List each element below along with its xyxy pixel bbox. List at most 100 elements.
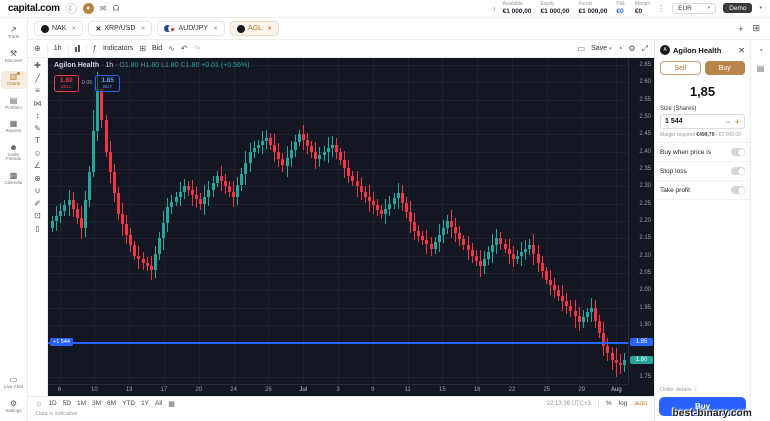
layout-grid-icon[interactable]: ⊞ <box>752 23 760 34</box>
add-tab-button[interactable]: + <box>738 24 743 34</box>
sidebar-item-calendar[interactable]: ▩ Calendar <box>1 170 27 188</box>
chart-style-icon[interactable] <box>74 45 80 52</box>
brush-icon[interactable]: ✎ <box>34 124 41 133</box>
xabcd-pattern-icon[interactable]: ⋈ <box>34 99 42 108</box>
close-icon[interactable]: ✕ <box>140 25 145 32</box>
sidebar-item-charts[interactable]: ▥ Charts <box>0 71 27 89</box>
trend-line-icon[interactable]: ╱ <box>35 74 40 83</box>
collapse-metrics-icon[interactable]: › <box>493 4 496 13</box>
candle-body <box>190 190 194 195</box>
symbol-add-icon[interactable]: ⊕ <box>34 44 41 53</box>
lock-all-icon[interactable]: ⊡ <box>34 212 41 220</box>
rewards-icon[interactable]: ● <box>82 3 94 14</box>
sidebar-item-live-chat[interactable]: ▭ Live Chat <box>1 374 27 392</box>
bulb-icon[interactable]: ☼ <box>35 399 42 408</box>
fullscreen-icon[interactable]: ⤢ <box>642 44 648 53</box>
sell-tab-button[interactable]: Sell <box>660 61 701 75</box>
long-short-position-icon[interactable]: ↕ <box>36 112 40 120</box>
indicators-button[interactable]: Indicators <box>103 45 133 52</box>
line-style-icon[interactable]: ∿ <box>168 44 175 53</box>
tab-xrpusd[interactable]: ✕ XRP/USD ✕ <box>88 21 153 36</box>
sidebar-item-trade[interactable]: ↗ Trade <box>1 24 27 42</box>
gear-icon[interactable]: ⚙ <box>628 44 635 53</box>
decrease-size-button[interactable]: − <box>725 117 730 127</box>
measure-icon[interactable]: ∠ <box>34 162 41 170</box>
theme-moon-icon[interactable]: ☾ <box>65 3 77 14</box>
history-icon[interactable]: ◔ <box>758 46 763 55</box>
order-line[interactable] <box>48 342 628 344</box>
zoom-in-icon[interactable]: ⊕ <box>34 174 41 183</box>
save-layout-button[interactable]: Save ▾ <box>591 45 611 52</box>
auto-scale-button[interactable]: auto <box>634 400 647 407</box>
sidebar-item-discover[interactable]: ⚒ Discover <box>1 48 27 66</box>
order-size-badge[interactable]: +1 544 <box>50 338 73 347</box>
percent-scale-button[interactable]: % <box>606 400 612 407</box>
candle-body <box>585 312 589 318</box>
range-button-6m[interactable]: 6M <box>107 400 116 407</box>
price-axis[interactable]: 2.65 2.60 2.55 2.50 2.45 2.40 2.35 2.30 2.25 2.20… <box>628 58 654 384</box>
tab-agl[interactable]: AGL ✕ <box>230 21 280 36</box>
notes-icon[interactable]: ▤ <box>757 64 765 73</box>
candlestick-plot[interactable]: +1 544 <box>48 58 628 384</box>
crosshair-icon[interactable]: ✚ <box>34 62 41 70</box>
range-button-5d[interactable]: 5D <box>63 400 71 407</box>
buy-tab-button[interactable]: Buy <box>704 61 745 75</box>
gridline <box>372 58 374 384</box>
toggle-switch[interactable] <box>731 148 745 156</box>
candle-body <box>273 144 277 152</box>
range-button-ytd[interactable]: YTD <box>122 400 135 407</box>
sidebar-item-settings[interactable]: ⚙ Settings <box>1 398 27 416</box>
demo-badge[interactable]: Demo <box>723 3 753 14</box>
log-scale-button[interactable]: log <box>619 400 628 407</box>
demo-chevron-icon[interactable]: ▾ <box>759 5 762 11</box>
mail-icon[interactable]: ✉ <box>100 4 107 13</box>
size-input[interactable]: 1 544 − + <box>660 114 745 129</box>
screenshot-icon[interactable]: ▭ <box>578 44 586 53</box>
drawing-mode-icon[interactable]: ✐ <box>34 199 41 208</box>
chart-canvas[interactable]: +1 544 2.65 2.60 2.55 2.50 2.45 2.40 2.35 2.30 2… <box>48 58 654 396</box>
alert-clock-icon[interactable]: ◔ <box>618 44 623 53</box>
text-icon[interactable]: T <box>35 137 40 145</box>
order-details-link[interactable]: Order details ⓘ <box>655 385 750 397</box>
price-tick: 1.90 <box>639 322 651 329</box>
toggle-switch[interactable] <box>731 167 745 175</box>
time-tick: 26 <box>265 387 272 393</box>
remove-all-icon[interactable]: ▯ <box>35 224 39 233</box>
price-type-button[interactable]: Bid <box>152 45 162 52</box>
interval-button[interactable]: 1h <box>54 45 62 52</box>
increase-size-button[interactable]: + <box>735 117 740 127</box>
close-icon[interactable]: ✕ <box>738 46 745 55</box>
tab-nak[interactable]: NAK ✕ <box>34 21 84 36</box>
sidebar-item-reports[interactable]: ▦ Reports <box>1 118 27 136</box>
sell-quote-button[interactable]: 1.80 SELL <box>54 75 79 92</box>
toggle-switch[interactable] <box>731 186 745 194</box>
sidebar-item-portfolio[interactable]: ▤ Portfolio <box>1 95 27 113</box>
range-button-1d[interactable]: 1D <box>48 400 56 407</box>
close-icon[interactable]: ✕ <box>71 25 76 32</box>
tab-audjpy[interactable]: AUD/JPY ✕ <box>157 21 226 36</box>
candle-body <box>437 234 441 242</box>
support-icon[interactable]: ☊ <box>112 4 119 13</box>
currency-flags-icon <box>164 25 176 33</box>
emoji-icon[interactable]: ☺ <box>33 149 41 158</box>
sidebar-item-invite-friends[interactable]: ☻ Invite Friends <box>1 142 27 164</box>
undo-icon[interactable]: ↶ <box>181 44 188 53</box>
range-button-1y[interactable]: 1Y <box>141 400 149 407</box>
redo-icon[interactable]: ↷ <box>194 44 201 53</box>
go-to-date-icon[interactable]: ▦ <box>168 400 175 408</box>
buy-quote-button[interactable]: 1.85 BUY <box>95 75 121 92</box>
clock-display[interactable]: 22:13:36 UTC+3 <box>547 401 591 407</box>
magnet-icon[interactable]: ∪ <box>35 187 41 195</box>
candle-body <box>367 196 371 201</box>
compare-icon[interactable]: ⊞ <box>139 44 146 53</box>
range-button-all[interactable]: All <box>155 400 162 407</box>
fib-retracement-icon[interactable]: ≡ <box>35 87 40 95</box>
range-button-3m[interactable]: 3M <box>92 400 101 407</box>
currency-select[interactable]: EUR ▾ <box>672 2 717 14</box>
candle-body <box>483 259 487 267</box>
close-icon[interactable]: ✕ <box>267 25 272 32</box>
range-button-1m[interactable]: 1M <box>77 400 86 407</box>
time-axis[interactable]: 6 10 13 17 20 24 26 Jul 3 9 11 15 18 22 25 29 Aug <box>48 384 628 396</box>
kebab-menu-icon[interactable]: ⋮ <box>657 4 665 13</box>
close-icon[interactable]: ✕ <box>213 25 218 32</box>
